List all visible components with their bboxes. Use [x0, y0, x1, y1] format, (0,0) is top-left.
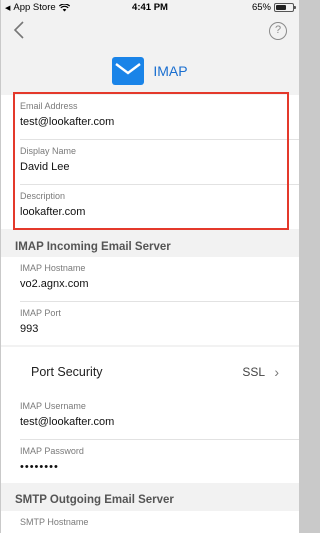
account-type-title: IMAP — [153, 63, 188, 79]
outgoing-server-title: SMTP Outgoing Email Server — [15, 494, 174, 506]
imap-port-label: IMAP Port — [20, 308, 61, 318]
battery-icon — [274, 3, 296, 12]
imap-password-field[interactable]: IMAP Password •••••••• — [1, 440, 299, 483]
imap-username-field[interactable]: IMAP Username — [1, 395, 299, 439]
outgoing-server-group: SMTP Hostname — [1, 511, 299, 533]
port-security-row[interactable]: Port Security SSL › — [1, 347, 299, 399]
incoming-server-title: IMAP Incoming Email Server — [15, 241, 171, 253]
imap-hostname-field[interactable]: IMAP Hostname — [1, 257, 299, 301]
account-type-header: IMAP — [1, 54, 299, 88]
battery-percent: 65% — [251, 2, 271, 13]
port-security-value: SSL — [242, 365, 265, 379]
imap-hostname-label: IMAP Hostname — [20, 263, 86, 273]
nav-bar: ? — [1, 16, 299, 46]
imap-username-label: IMAP Username — [20, 401, 86, 411]
smtp-hostname-field[interactable]: SMTP Hostname — [1, 511, 299, 533]
imap-username-input[interactable] — [20, 416, 280, 428]
mail-icon — [112, 57, 145, 85]
status-bar: ◀ App Store 4:41 PM 65% — [1, 0, 299, 16]
highlight-box — [13, 92, 289, 230]
port-security-label: Port Security — [31, 365, 103, 379]
credentials-group: IMAP Username IMAP Password •••••••• — [1, 395, 299, 483]
imap-password-input[interactable]: •••••••• — [20, 461, 280, 473]
imap-password-label: IMAP Password — [20, 446, 84, 456]
chevron-left-icon — [13, 21, 24, 39]
incoming-server-group: IMAP Hostname IMAP Port — [1, 257, 299, 345]
chevron-right-icon: › — [274, 364, 279, 380]
phone-screen: ◀ App Store 4:41 PM 65% ? IMAP Email Add… — [1, 0, 299, 533]
imap-port-input[interactable] — [20, 323, 280, 335]
smtp-hostname-label: SMTP Hostname — [20, 517, 89, 527]
help-button[interactable]: ? — [269, 22, 287, 40]
imap-port-field[interactable]: IMAP Port — [1, 302, 299, 345]
back-button[interactable] — [13, 20, 33, 42]
imap-hostname-input[interactable] — [20, 278, 280, 290]
